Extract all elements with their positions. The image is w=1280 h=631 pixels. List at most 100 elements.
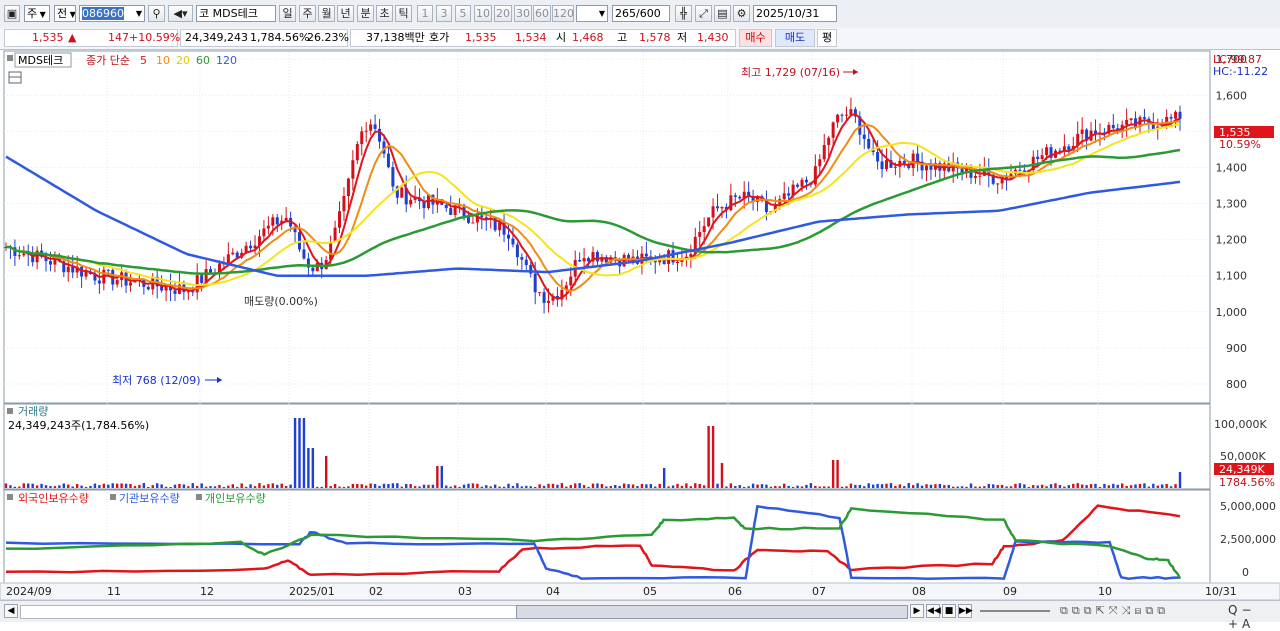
volume-bar — [75, 483, 79, 488]
x-axis-label: 2025/01 — [289, 585, 335, 598]
candle-body — [787, 193, 791, 196]
volume-bar — [987, 483, 990, 488]
scroll-left-icon[interactable]: ◀ — [4, 604, 18, 618]
candle-body — [342, 196, 346, 212]
volume-bar — [956, 486, 959, 488]
candle-body — [231, 252, 235, 255]
scroll-thumb[interactable] — [516, 605, 908, 619]
candle-body — [569, 276, 573, 286]
volume-bar — [627, 484, 630, 488]
candle-body — [702, 226, 706, 233]
volume-bar — [1049, 484, 1053, 488]
volume-bar — [791, 486, 795, 488]
volume-bar — [1094, 483, 1097, 488]
candle-body — [733, 195, 737, 197]
candle-body — [1174, 111, 1178, 119]
volume-bar — [71, 486, 74, 488]
candle-body — [524, 259, 528, 266]
candle-body — [547, 300, 551, 303]
ma-legend-5: 5 — [140, 54, 147, 67]
volume-handle-icon[interactable] — [7, 408, 13, 414]
volume-value-legend: 24,349,243주(1,784.56%) — [8, 419, 149, 432]
volume-bar — [40, 483, 43, 488]
candle-body — [115, 279, 119, 285]
volume-bar — [889, 483, 893, 488]
volume-bar — [316, 486, 319, 488]
play-icon[interactable]: ▶▶ — [958, 604, 973, 618]
chart-svg[interactable]: 1,7001,6001,5001,4001,3001,2001,1001,000… — [0, 0, 1280, 621]
volume-bar — [1143, 483, 1146, 488]
x-axis-bar — [0, 582, 1280, 601]
hold-tick-1: 5,000,000 — [1220, 500, 1276, 513]
x-axis-label: 07 — [812, 585, 826, 598]
volume-bar — [1067, 485, 1071, 488]
candle-body — [1111, 124, 1115, 129]
volume-bar — [31, 483, 34, 488]
candle-body — [800, 179, 804, 187]
holding-handle-icon[interactable] — [7, 494, 13, 500]
volume-bar — [387, 484, 390, 488]
volume-bar — [720, 463, 724, 488]
volume-bar — [129, 483, 132, 488]
volume-bar — [27, 483, 30, 488]
volume-bar — [369, 483, 372, 488]
volume-bar — [960, 486, 964, 488]
volume-bar — [952, 486, 955, 488]
volume-bar — [778, 486, 781, 488]
volume-bar — [1063, 486, 1066, 488]
candle-body — [827, 137, 831, 145]
zoom-slider[interactable] — [980, 610, 1050, 612]
volume-bar — [1072, 483, 1075, 488]
volume-bar — [227, 485, 230, 488]
candle-body — [840, 114, 844, 116]
volume-bar — [747, 486, 750, 488]
volume-bar — [347, 486, 350, 488]
volume-bar — [1089, 484, 1093, 488]
candle-body — [449, 208, 453, 215]
volume-bar — [62, 483, 66, 488]
volume-bar — [618, 485, 621, 488]
volume-bar — [836, 460, 839, 488]
volume-bar — [298, 418, 301, 488]
volume-bar — [533, 486, 537, 488]
zoom-buttons[interactable]: Q−+A — [1228, 603, 1280, 631]
volume-bar — [218, 484, 221, 488]
volume-bar — [44, 485, 48, 488]
volume-bar — [1107, 485, 1111, 488]
volume-bar — [111, 483, 114, 488]
candle-body — [893, 166, 897, 168]
inst-handle-icon[interactable] — [110, 494, 116, 500]
panel-handle-icon[interactable] — [7, 55, 13, 61]
scroll-track[interactable] — [20, 605, 517, 619]
volume-bar — [662, 468, 666, 488]
volume-bar — [809, 483, 813, 488]
tool-icons[interactable]: ⧉⧉⧉⇱⤧⤨⧈⧉⧉ — [1060, 604, 1169, 618]
volume-bar — [640, 483, 644, 488]
volume-bar — [58, 485, 61, 488]
candle-body — [822, 144, 826, 160]
volume-bar — [1027, 486, 1031, 488]
volume-bar — [1009, 486, 1013, 488]
volume-bar — [654, 486, 657, 488]
indiv-handle-icon[interactable] — [196, 494, 202, 500]
candle-body — [173, 290, 177, 294]
volume-bar — [182, 484, 186, 488]
volume-bar — [965, 486, 968, 488]
volume-bar — [160, 484, 163, 488]
sell-volume-note: 매도량(0.00%) — [244, 295, 318, 308]
candle-body — [409, 199, 413, 205]
scroll-right-icon[interactable]: ▶ — [910, 604, 924, 618]
volume-bar — [751, 483, 755, 488]
volume-bar — [978, 486, 982, 488]
stop-icon[interactable]: ■ — [942, 604, 956, 618]
volume-bar — [863, 486, 866, 488]
volume-bar — [373, 484, 377, 488]
rewind-icon[interactable]: ◀◀ — [926, 604, 941, 618]
min-annotation: 최저 768 (12/09) — [112, 374, 201, 387]
volume-bar — [502, 486, 506, 488]
volume-bar — [845, 486, 848, 488]
volume-bar — [293, 418, 297, 488]
vol-tag-pct: 1784.56% — [1219, 476, 1275, 489]
candle-body — [266, 225, 270, 229]
volume-bar — [49, 486, 52, 488]
